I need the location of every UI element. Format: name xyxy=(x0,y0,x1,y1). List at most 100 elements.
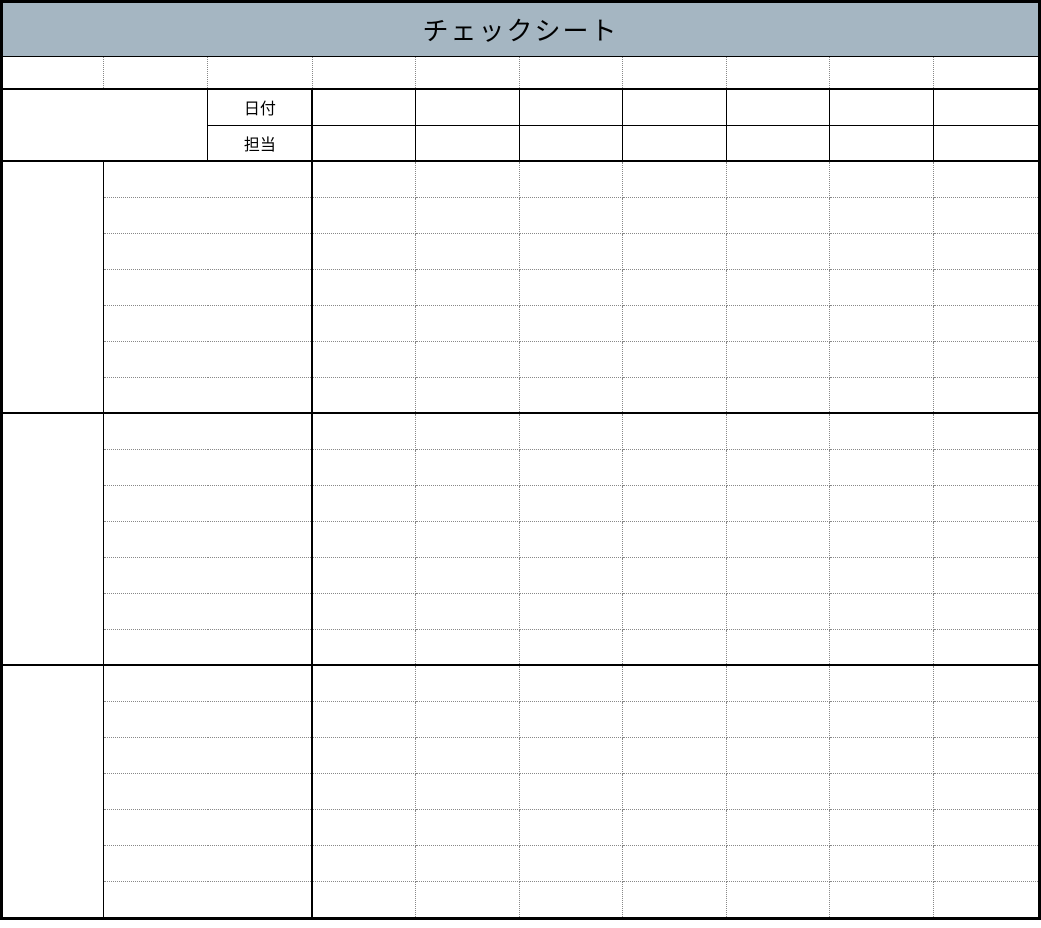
check-cell[interactable] xyxy=(623,881,727,917)
check-cell[interactable] xyxy=(726,449,830,485)
check-cell[interactable] xyxy=(726,845,830,881)
check-cell[interactable] xyxy=(623,233,727,269)
check-cell[interactable] xyxy=(933,593,1038,629)
check-cell[interactable] xyxy=(726,521,830,557)
check-cell[interactable] xyxy=(933,665,1038,701)
check-cell[interactable] xyxy=(519,233,623,269)
check-item[interactable] xyxy=(103,341,312,377)
check-cell[interactable] xyxy=(623,377,727,413)
check-cell[interactable] xyxy=(623,341,727,377)
check-cell[interactable] xyxy=(519,665,623,701)
check-cell[interactable] xyxy=(830,377,934,413)
check-cell[interactable] xyxy=(416,341,520,377)
check-cell[interactable] xyxy=(519,197,623,233)
date-cell[interactable] xyxy=(416,89,520,125)
check-cell[interactable] xyxy=(312,809,416,845)
check-item[interactable] xyxy=(103,809,312,845)
check-item[interactable] xyxy=(103,665,312,701)
check-cell[interactable] xyxy=(623,161,727,197)
check-cell[interactable] xyxy=(830,449,934,485)
check-cell[interactable] xyxy=(726,665,830,701)
person-cell[interactable] xyxy=(933,125,1038,161)
check-cell[interactable] xyxy=(726,557,830,593)
date-cell[interactable] xyxy=(312,89,416,125)
check-cell[interactable] xyxy=(623,521,727,557)
check-cell[interactable] xyxy=(933,845,1038,881)
check-cell[interactable] xyxy=(519,773,623,809)
person-cell[interactable] xyxy=(830,125,934,161)
check-cell[interactable] xyxy=(623,845,727,881)
check-cell[interactable] xyxy=(726,161,830,197)
check-cell[interactable] xyxy=(312,629,416,665)
check-cell[interactable] xyxy=(726,485,830,521)
check-item[interactable] xyxy=(103,701,312,737)
check-cell[interactable] xyxy=(416,737,520,773)
date-cell[interactable] xyxy=(933,89,1038,125)
check-cell[interactable] xyxy=(933,629,1038,665)
check-cell[interactable] xyxy=(623,809,727,845)
check-cell[interactable] xyxy=(519,737,623,773)
check-cell[interactable] xyxy=(830,161,934,197)
check-cell[interactable] xyxy=(416,881,520,917)
check-cell[interactable] xyxy=(312,449,416,485)
check-item[interactable] xyxy=(103,305,312,341)
check-item[interactable] xyxy=(103,269,312,305)
check-cell[interactable] xyxy=(312,737,416,773)
check-cell[interactable] xyxy=(830,593,934,629)
check-cell[interactable] xyxy=(933,269,1038,305)
check-cell[interactable] xyxy=(933,557,1038,593)
check-cell[interactable] xyxy=(623,629,727,665)
check-cell[interactable] xyxy=(416,305,520,341)
check-cell[interactable] xyxy=(519,881,623,917)
check-cell[interactable] xyxy=(830,629,934,665)
check-cell[interactable] xyxy=(623,557,727,593)
check-cell[interactable] xyxy=(726,341,830,377)
check-cell[interactable] xyxy=(416,413,520,449)
check-cell[interactable] xyxy=(623,737,727,773)
person-cell[interactable] xyxy=(726,125,830,161)
check-item[interactable] xyxy=(103,233,312,269)
check-cell[interactable] xyxy=(312,701,416,737)
check-cell[interactable] xyxy=(416,701,520,737)
check-cell[interactable] xyxy=(830,485,934,521)
check-item[interactable] xyxy=(103,521,312,557)
check-cell[interactable] xyxy=(519,809,623,845)
check-cell[interactable] xyxy=(623,269,727,305)
check-cell[interactable] xyxy=(726,593,830,629)
check-cell[interactable] xyxy=(416,845,520,881)
check-cell[interactable] xyxy=(416,233,520,269)
check-cell[interactable] xyxy=(312,521,416,557)
check-item[interactable] xyxy=(103,593,312,629)
check-cell[interactable] xyxy=(416,809,520,845)
check-cell[interactable] xyxy=(519,305,623,341)
check-cell[interactable] xyxy=(933,773,1038,809)
check-cell[interactable] xyxy=(312,305,416,341)
check-item[interactable] xyxy=(103,737,312,773)
check-cell[interactable] xyxy=(623,773,727,809)
check-cell[interactable] xyxy=(519,701,623,737)
check-cell[interactable] xyxy=(519,413,623,449)
person-cell[interactable] xyxy=(416,125,520,161)
check-cell[interactable] xyxy=(416,449,520,485)
check-cell[interactable] xyxy=(933,485,1038,521)
check-cell[interactable] xyxy=(726,809,830,845)
person-cell[interactable] xyxy=(519,125,623,161)
check-cell[interactable] xyxy=(726,413,830,449)
check-cell[interactable] xyxy=(416,521,520,557)
check-cell[interactable] xyxy=(933,377,1038,413)
check-cell[interactable] xyxy=(726,881,830,917)
check-cell[interactable] xyxy=(726,197,830,233)
check-cell[interactable] xyxy=(830,413,934,449)
check-cell[interactable] xyxy=(312,485,416,521)
check-item[interactable] xyxy=(103,161,312,197)
check-cell[interactable] xyxy=(933,413,1038,449)
check-cell[interactable] xyxy=(623,593,727,629)
check-cell[interactable] xyxy=(830,773,934,809)
check-item[interactable] xyxy=(103,485,312,521)
check-cell[interactable] xyxy=(519,485,623,521)
check-cell[interactable] xyxy=(623,665,727,701)
check-item[interactable] xyxy=(103,413,312,449)
check-cell[interactable] xyxy=(933,521,1038,557)
check-cell[interactable] xyxy=(312,413,416,449)
check-cell[interactable] xyxy=(312,665,416,701)
